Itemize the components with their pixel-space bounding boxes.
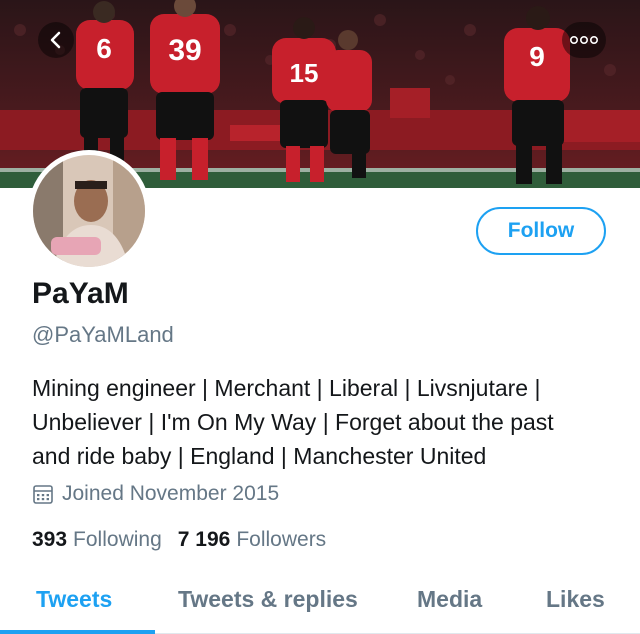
following-count: 393 — [32, 528, 68, 551]
followers-stat[interactable]: 7 196 Followers — [178, 528, 326, 552]
following-stat[interactable]: 393 Following — [32, 528, 162, 552]
profile-tabs: Tweets Tweets & replies Media Likes — [0, 572, 640, 634]
joined-date: Joined November 2015 — [32, 482, 279, 506]
profile-bio: Mining engineer | Merchant | Liberal | L… — [32, 371, 622, 473]
tab-tweets-replies[interactable]: Tweets & replies — [178, 586, 358, 613]
tab-tweets[interactable]: Tweets — [36, 586, 112, 613]
following-label: Following — [73, 528, 162, 551]
followers-count: 7 196 — [177, 528, 231, 551]
joined-text: Joined November 2015 — [62, 482, 280, 505]
profile-avatar[interactable] — [28, 150, 150, 272]
bio-line: Mining engineer | Merchant | Liberal | L… — [32, 375, 541, 401]
tab-media[interactable]: Media — [417, 586, 482, 613]
active-tab-indicator — [0, 630, 155, 634]
bio-line: Unbeliever | I'm On My Way | Forget abou… — [32, 409, 554, 435]
more-options-button[interactable] — [562, 22, 606, 58]
followers-label: Followers — [236, 528, 327, 551]
more-horizontal-icon — [569, 35, 598, 45]
follow-button[interactable]: Follow — [476, 207, 606, 255]
svg-text:15: 15 — [290, 58, 319, 88]
bio-line: and ride baby | England | Manchester Uni… — [32, 443, 487, 469]
tab-likes[interactable]: Likes — [546, 586, 605, 613]
svg-text:39: 39 — [168, 34, 201, 67]
chevron-left-icon — [50, 31, 61, 49]
calendar-icon — [33, 485, 53, 504]
svg-text:9: 9 — [529, 41, 545, 72]
profile-name: PaYaM — [32, 277, 129, 310]
back-button[interactable] — [38, 22, 74, 58]
profile-handle: @PaYaMLand — [32, 322, 174, 347]
avatar-image — [33, 155, 145, 267]
profile-stats: 393 Following 7 196 Followers — [32, 528, 342, 552]
svg-text:6: 6 — [96, 33, 112, 64]
